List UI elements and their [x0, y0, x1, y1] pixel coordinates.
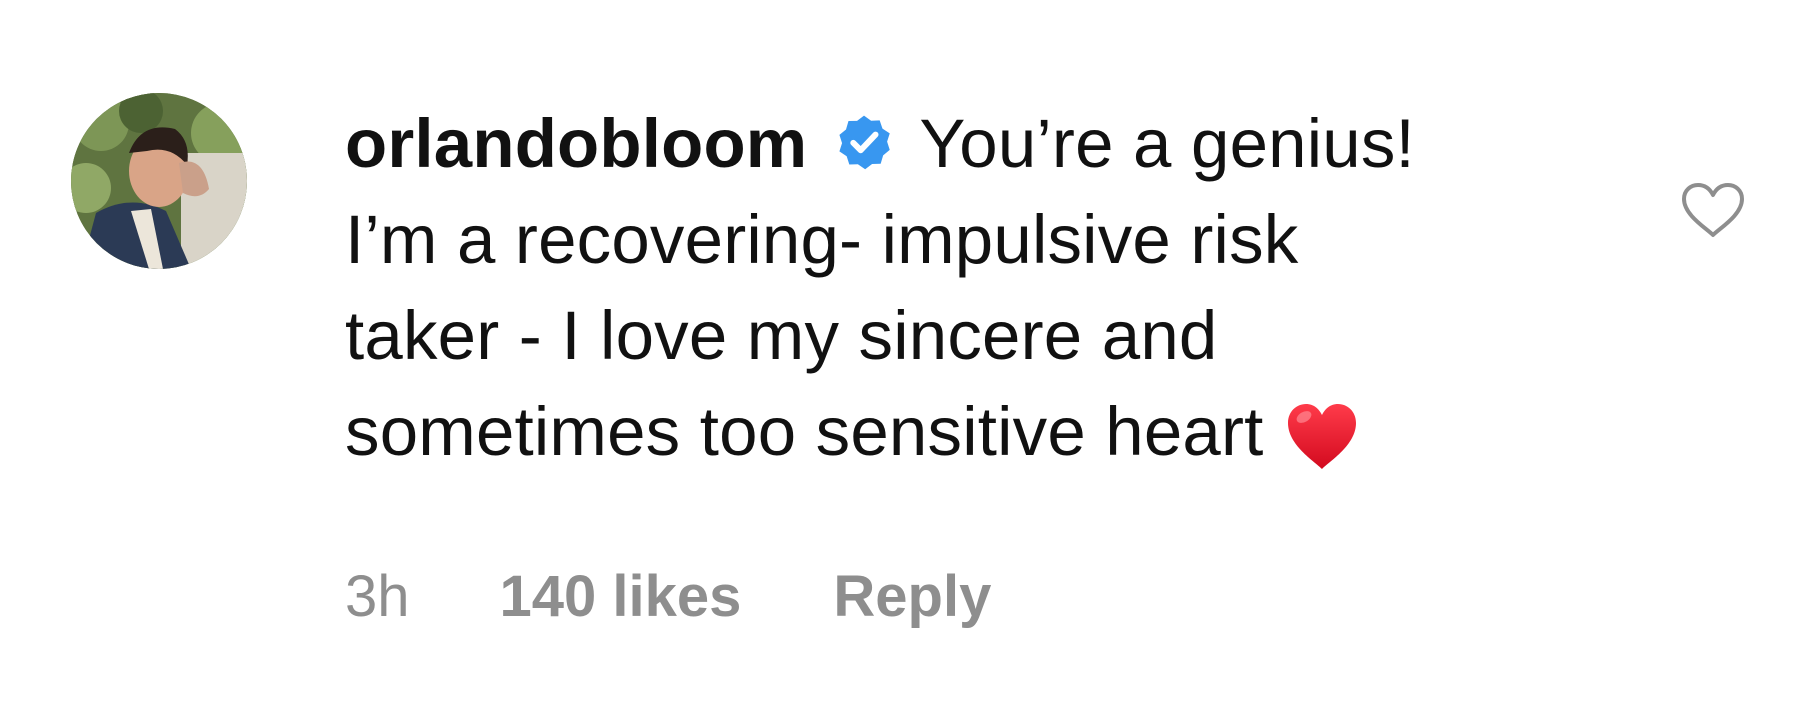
comment-line-2: I’m a recovering- impulsive risk — [345, 192, 1615, 288]
like-heart-outline-icon[interactable] — [1679, 180, 1747, 240]
comment-meta: 3h 140 likes Reply — [345, 562, 991, 632]
comment-line-4: sometimes too sensitive heart — [345, 384, 1615, 480]
avatar[interactable] — [71, 93, 247, 269]
verified-badge-icon — [839, 115, 891, 170]
comment-text-line-2: I’m a recovering- impulsive risk — [345, 201, 1299, 278]
comment-line-1: orlandobloom You’re a genius! — [345, 96, 1615, 192]
comment: orlandobloom You’re a genius! I’m a recov… — [0, 0, 1800, 711]
comment-body: orlandobloom You’re a genius! I’m a recov… — [345, 96, 1615, 480]
comment-text-line-4: sometimes too sensitive heart — [345, 393, 1264, 470]
comment-line-3: taker - I love my sincere and — [345, 288, 1615, 384]
comment-text-line-3: taker - I love my sincere and — [345, 297, 1218, 374]
timestamp: 3h — [345, 564, 410, 629]
likes-count[interactable]: 140 likes — [500, 562, 742, 632]
username[interactable]: orlandobloom — [345, 105, 807, 182]
reply-button[interactable]: Reply — [833, 562, 991, 632]
avatar-photo — [71, 93, 247, 269]
comment-text-line-1: You’re a genius! — [919, 105, 1415, 182]
red-heart-emoji-icon — [1287, 404, 1356, 469]
